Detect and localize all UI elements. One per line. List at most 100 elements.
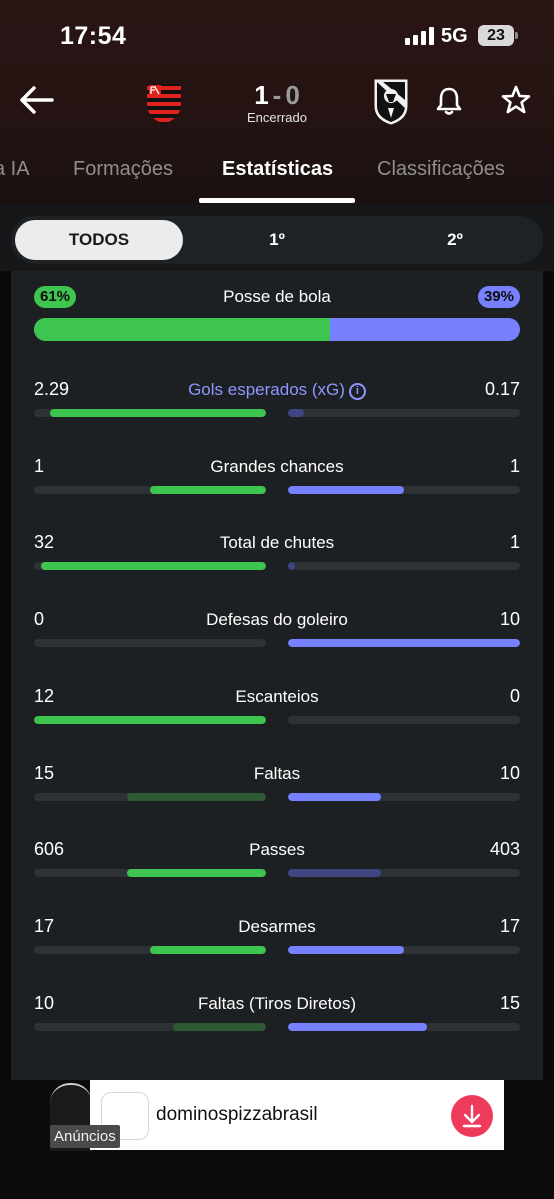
stat-label[interactable]: Gols esperados (xG) i [11, 380, 543, 400]
away-stat-bar-fill [288, 639, 520, 647]
away-stat-bar [288, 869, 520, 877]
tab-formacoes[interactable]: Formações [73, 158, 173, 181]
home-stat-bar [34, 486, 266, 494]
away-stat-bar [288, 1023, 520, 1031]
home-stat-bar [34, 562, 266, 570]
stat-row: 1 Grandes chances 1 [11, 456, 543, 516]
away-stat-value: 10 [499, 763, 520, 783]
period-selector-bar: TODOS 1º 2º [0, 205, 554, 271]
home-possession-fill [34, 318, 331, 341]
ad-advertiser-name: dominospizzabrasil [156, 1104, 318, 1125]
tab-bar: a IA Formações Estatísticas Classificaçõ… [0, 148, 554, 204]
away-stat-bar [288, 793, 520, 801]
stat-label: Desarmes [11, 917, 543, 937]
home-stat-bar-fill [34, 716, 266, 724]
home-stat-bar [34, 1023, 266, 1031]
info-icon[interactable]: i [348, 383, 366, 400]
stat-row: 12 Escanteios 0 [11, 686, 543, 746]
away-stat-bar [288, 409, 520, 417]
stat-row: 10 Faltas (Tiros Diretos) 15 [11, 993, 543, 1053]
right-edge [543, 271, 554, 1080]
away-stat-bar [288, 486, 520, 494]
away-stat-bar [288, 562, 520, 570]
possession-bar [34, 318, 520, 341]
stat-row: 15 Faltas 10 [11, 763, 543, 823]
away-stat-bar-fill [288, 946, 404, 954]
stat-row: 2.29 Gols esperados (xG) i 0.17 [11, 379, 543, 439]
home-stat-bar-fill [41, 562, 266, 570]
period-segmented-control: TODOS 1º 2º [11, 216, 543, 264]
period-second-half-button[interactable]: 2º [371, 220, 539, 260]
away-stat-value: 17 [499, 916, 520, 936]
home-score: 1 [254, 80, 269, 110]
away-stat-bar-fill [288, 869, 381, 877]
away-score: 0 [285, 80, 300, 110]
away-stat-value: 1 [509, 456, 520, 476]
away-team-crest-icon[interactable] [371, 76, 411, 126]
home-stat-bar [34, 869, 266, 877]
home-stat-bar-fill [150, 946, 266, 954]
stat-label-text: Faltas (Tiros Diretos) [197, 994, 357, 1013]
status-bar: 17:54 5G 23 [0, 0, 554, 70]
period-all-button[interactable]: TODOS [15, 220, 183, 260]
stat-row: 32 Total de chutes 1 [11, 532, 543, 592]
home-stat-bar-fill [173, 1023, 266, 1031]
stat-label-text: Desarmes [238, 917, 316, 936]
home-stat-bar [34, 793, 266, 801]
home-stat-bar-fill [50, 409, 266, 417]
home-stat-bar-fill [127, 793, 266, 801]
away-stat-bar-fill [288, 409, 304, 417]
away-stat-bar-fill [288, 793, 381, 801]
stat-row: 17 Desarmes 17 [11, 916, 543, 976]
home-stat-bar [34, 946, 266, 954]
download-icon[interactable] [451, 1095, 493, 1137]
away-stat-value: 403 [489, 839, 520, 859]
left-edge [0, 271, 11, 1080]
possession-label: Posse de bola [223, 287, 331, 306]
away-stat-bar [288, 639, 520, 647]
score-separator: - [272, 80, 282, 110]
stat-label-text: Total de chutes [219, 533, 335, 552]
ad-banner[interactable]: dominospizzabrasil [90, 1080, 504, 1150]
active-tab-indicator [199, 198, 355, 203]
away-stat-bar [288, 946, 520, 954]
stat-label: Grandes chances [11, 457, 543, 477]
away-stat-value: 10 [499, 609, 520, 629]
tab-estatisticas[interactable]: Estatísticas [222, 158, 333, 181]
match-header: 1-0 Encerrado [0, 70, 554, 130]
stat-label: Faltas [11, 764, 543, 784]
stat-label-text: Gols esperados (xG) [188, 380, 345, 399]
stat-label-text: Grandes chances [210, 457, 344, 476]
home-stat-bar-fill [150, 486, 266, 494]
star-icon[interactable] [500, 84, 532, 116]
period-first-half-button[interactable]: 1º [193, 220, 361, 260]
home-stat-bar-fill [127, 869, 266, 877]
away-stat-bar-fill [288, 486, 404, 494]
stat-label: Total de chutes [11, 533, 543, 553]
away-stat-value: 15 [499, 993, 520, 1013]
tab-ia[interactable]: a IA [0, 158, 30, 181]
back-arrow-icon[interactable] [16, 84, 56, 116]
away-stat-value: 0.17 [484, 379, 520, 399]
home-stat-bar [34, 639, 266, 647]
away-stat-value: 1 [509, 532, 520, 552]
score: 1-0 [227, 80, 327, 111]
match-status: Encerrado [247, 110, 307, 125]
partially-hidden-stat-row [11, 1071, 543, 1080]
away-stat-bar [288, 716, 520, 724]
stat-label-text: Defesas do goleiro [206, 610, 348, 629]
network-type: 5G [441, 25, 468, 47]
away-stat-bar-fill [288, 562, 295, 570]
stat-row: 606 Passes 403 [11, 839, 543, 899]
bell-icon[interactable] [435, 86, 463, 116]
away-stat-bar-fill [288, 1023, 427, 1031]
home-team-crest-icon[interactable] [144, 76, 184, 126]
ad-area: dominospizzabrasil Anúncios [0, 1080, 554, 1199]
ads-label: Anúncios [50, 1125, 120, 1148]
stat-label-text: Faltas [253, 764, 301, 783]
home-stat-bar [34, 716, 266, 724]
tab-classificacoes[interactable]: Classificações [377, 158, 505, 181]
battery-icon: 23 [478, 25, 518, 46]
stats-panel[interactable]: 61% Posse de bola 39% 2.29 Gols esperados… [11, 271, 543, 1080]
signal-icon [405, 27, 435, 45]
